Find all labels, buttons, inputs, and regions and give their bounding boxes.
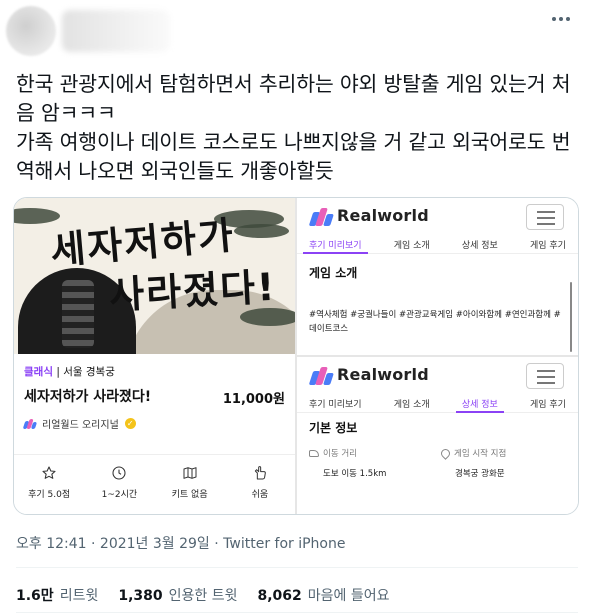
- tab-game-reviews[interactable]: 게임 후기: [530, 234, 566, 253]
- feature-rating: 후기 5.0점: [18, 465, 80, 508]
- location-pin-icon: [439, 512, 452, 514]
- menu-icon[interactable]: [526, 363, 564, 389]
- retweet-count[interactable]: 1.6만 리트윗: [16, 585, 98, 605]
- tab-detail-info[interactable]: 상세 정보: [462, 234, 498, 253]
- quote-tweet-count[interactable]: 1,380 인용한 트윗: [118, 585, 237, 605]
- tab-review-preview[interactable]: 후기 미리보기: [309, 393, 362, 412]
- brand-name: 리얼월드 오리지널: [42, 420, 119, 431]
- realworld-logo-icon: [308, 367, 334, 385]
- divider: [16, 567, 578, 568]
- feature-duration: 1~2시간: [88, 465, 150, 508]
- game-card-body: 클래식 | 서울 경복궁 세자저하가 사라졌다! 11,000원 리얼월드 오리…: [14, 354, 295, 514]
- game-category: 클래식 | 서울 경복궁: [24, 366, 115, 378]
- realworld-tabs: 후기 미리보기 게임 소개 상세 정보 게임 후기: [297, 234, 578, 254]
- game-location: 서울 경복궁: [63, 366, 115, 378]
- info-row-cut-off: [439, 508, 521, 514]
- realworld-logo-text: Realworld: [337, 206, 429, 225]
- realworld-detail-screenshot[interactable]: Realworld 후기 미리보기 게임 소개 상세 정보 게임 후기 기본 정…: [297, 357, 578, 514]
- tweet-media[interactable]: 세자저하가 사라졌다! 클래식 | 서울 경복궁 세자저하가 사라졌다! 11,…: [13, 197, 579, 515]
- realworld-logo-icon: [22, 418, 38, 429]
- info-row-cut-off: [309, 508, 389, 514]
- shoe-icon: [309, 449, 319, 457]
- realworld-header: Realworld: [297, 357, 578, 395]
- realworld-logo-text: Realworld: [337, 365, 429, 384]
- realworld-logo-icon: [308, 208, 334, 226]
- user-name-blurred[interactable]: [62, 10, 170, 52]
- game-title: 세자저하가 사라졌다!: [24, 389, 152, 405]
- pointer-icon: [254, 466, 266, 480]
- info-move-distance: 이동 거리 도보 이동 1.5km: [309, 447, 386, 479]
- tweet-header: [0, 0, 594, 62]
- verified-badge-icon: ✓: [124, 418, 136, 429]
- divider: [16, 612, 578, 613]
- tweet-text: 한국 관광지에서 탐험하면서 추리하는 야외 방탈출 게임 있는거 처음 암ㅋㅋ…: [16, 72, 571, 183]
- tab-game-intro[interactable]: 게임 소개: [394, 393, 430, 412]
- category-tag: 클래식: [24, 366, 53, 378]
- game-features: 후기 5.0점 1~2시간 키트 없음 쉬움: [14, 454, 295, 508]
- map-icon: [183, 467, 197, 479]
- game-card[interactable]: 세자저하가 사라졌다! 클래식 | 서울 경복궁 세자저하가 사라졌다! 11,…: [14, 198, 295, 514]
- realworld-intro-screenshot[interactable]: Realworld 후기 미리보기 게임 소개 상세 정보 게임 후기 게임 소…: [297, 198, 578, 355]
- game-poster-image: 세자저하가 사라졌다!: [14, 198, 295, 354]
- more-options-icon[interactable]: [552, 12, 574, 26]
- info-start-point: 게임 시작 지점 경복궁 광화문: [439, 446, 506, 479]
- game-price: 11,000원: [222, 392, 285, 407]
- star-icon: [42, 466, 56, 479]
- tab-game-reviews[interactable]: 게임 후기: [530, 393, 566, 412]
- section-title-intro: 게임 소개: [309, 266, 358, 280]
- avatar[interactable]: [6, 6, 56, 56]
- clock-icon: [112, 466, 126, 480]
- realworld-header: Realworld: [297, 198, 578, 236]
- location-pin-icon: [439, 446, 452, 460]
- scrollbar[interactable]: [570, 282, 572, 352]
- menu-icon[interactable]: [526, 204, 564, 230]
- tab-review-preview[interactable]: 후기 미리보기: [303, 234, 368, 254]
- tab-game-intro[interactable]: 게임 소개: [394, 234, 430, 253]
- brand-row: 리얼월드 오리지널 ✓: [22, 416, 136, 431]
- hashtags: #역사체험 #궁궐나들이 #관광교육게임 #아이와함께 #연인과함께 #데이트코…: [309, 310, 561, 334]
- feature-kit: 키트 없음: [159, 465, 221, 508]
- feature-difficulty: 쉬움: [229, 465, 291, 508]
- section-title-basic-info: 기본 정보: [309, 421, 358, 435]
- tab-detail-info[interactable]: 상세 정보: [455, 393, 504, 413]
- tweet-timestamp[interactable]: 오후 12:41 · 2021년 3월 29일 · Twitter for iP…: [16, 533, 345, 553]
- realworld-tabs: 후기 미리보기 게임 소개 상세 정보 게임 후기: [297, 393, 578, 413]
- like-count[interactable]: 8,062 마음에 들어요: [257, 585, 389, 605]
- poster-title-line2: 사라졌다!: [108, 264, 278, 318]
- tweet-stats: 1.6만 리트윗 1,380 인용한 트윗 8,062 마음에 들어요: [16, 585, 390, 605]
